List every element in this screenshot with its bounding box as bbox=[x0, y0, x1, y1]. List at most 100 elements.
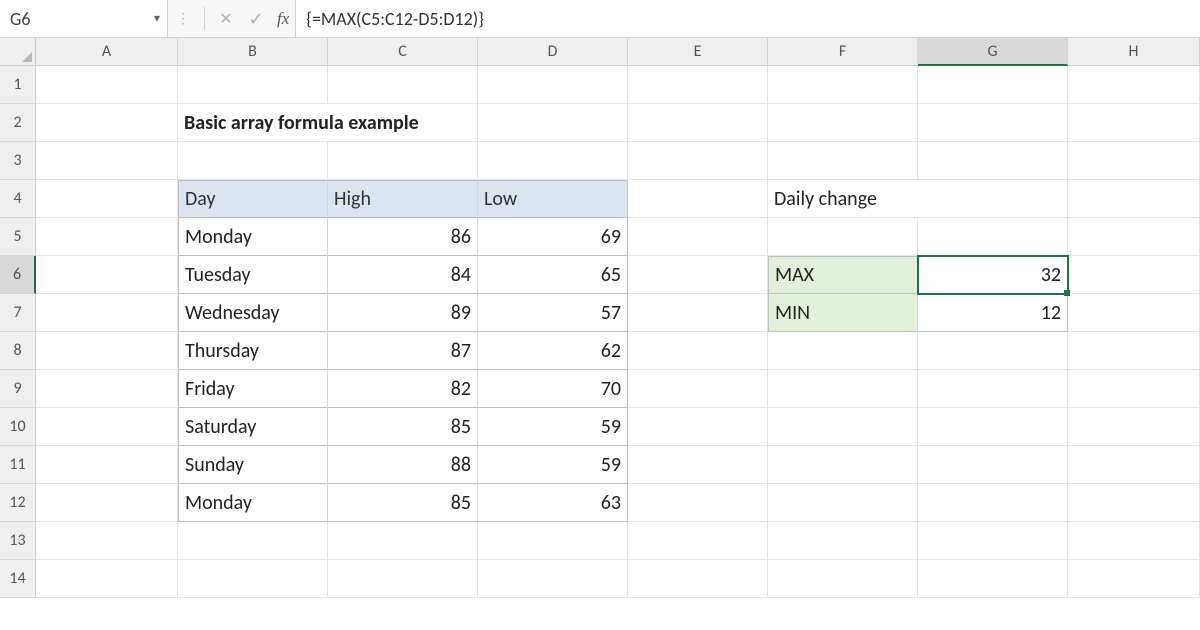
table-cell-high[interactable]: 89 bbox=[328, 294, 478, 332]
table-cell-low[interactable]: 59 bbox=[478, 408, 628, 446]
cell[interactable] bbox=[328, 142, 478, 180]
cell[interactable] bbox=[328, 522, 478, 560]
table-cell-day[interactable]: Sunday bbox=[178, 446, 328, 484]
cell[interactable] bbox=[1068, 294, 1200, 332]
page-title[interactable]: Basic array formula example bbox=[178, 104, 328, 142]
cell[interactable] bbox=[36, 256, 178, 294]
cell[interactable] bbox=[768, 142, 918, 180]
table-cell-day[interactable]: Friday bbox=[178, 370, 328, 408]
cell[interactable] bbox=[628, 408, 768, 446]
cell[interactable] bbox=[628, 484, 768, 522]
summary-min-label[interactable]: MIN bbox=[768, 294, 918, 332]
cell[interactable] bbox=[768, 408, 918, 446]
cell[interactable] bbox=[918, 560, 1068, 598]
cell[interactable] bbox=[36, 408, 178, 446]
table-cell-low[interactable]: 62 bbox=[478, 332, 628, 370]
cell[interactable] bbox=[1068, 560, 1200, 598]
table-cell-day[interactable]: Tuesday bbox=[178, 256, 328, 294]
table-cell-high[interactable]: 82 bbox=[328, 370, 478, 408]
table-cell-low[interactable]: 69 bbox=[478, 218, 628, 256]
cell[interactable] bbox=[1068, 142, 1200, 180]
table-cell-high[interactable]: 88 bbox=[328, 446, 478, 484]
cell[interactable] bbox=[1068, 370, 1200, 408]
cell[interactable] bbox=[1068, 66, 1200, 104]
cell[interactable] bbox=[36, 294, 178, 332]
cell[interactable] bbox=[1068, 218, 1200, 256]
table-cell-day[interactable]: Wednesday bbox=[178, 294, 328, 332]
cell[interactable] bbox=[178, 560, 328, 598]
cell[interactable] bbox=[36, 522, 178, 560]
cell[interactable] bbox=[1068, 446, 1200, 484]
table-cell-low[interactable]: 63 bbox=[478, 484, 628, 522]
cell[interactable] bbox=[1068, 522, 1200, 560]
col-header-H[interactable]: H bbox=[1068, 38, 1200, 66]
cell[interactable] bbox=[36, 332, 178, 370]
table-cell-high[interactable]: 85 bbox=[328, 484, 478, 522]
cell[interactable] bbox=[768, 332, 918, 370]
row-header-12[interactable]: 12 bbox=[0, 484, 36, 522]
cell[interactable] bbox=[478, 560, 628, 598]
cell[interactable] bbox=[628, 104, 768, 142]
enter-icon[interactable]: ✓ bbox=[241, 8, 271, 30]
col-header-E[interactable]: E bbox=[628, 38, 768, 66]
cell[interactable] bbox=[918, 180, 1068, 218]
cancel-icon[interactable]: ✕ bbox=[211, 9, 241, 29]
cell[interactable] bbox=[768, 218, 918, 256]
table-cell-day[interactable]: Saturday bbox=[178, 408, 328, 446]
col-header-C[interactable]: C bbox=[328, 38, 478, 66]
table-cell-high[interactable]: 85 bbox=[328, 408, 478, 446]
cell[interactable] bbox=[628, 560, 768, 598]
cell[interactable] bbox=[36, 104, 178, 142]
cell[interactable] bbox=[918, 408, 1068, 446]
cell[interactable] bbox=[768, 560, 918, 598]
name-box[interactable]: G6 ▾ bbox=[0, 0, 168, 37]
formula-input[interactable]: {=MAX(C5:C12-D5:D12)} bbox=[295, 0, 1200, 37]
col-header-G[interactable]: G bbox=[918, 38, 1068, 66]
cell[interactable] bbox=[628, 332, 768, 370]
cell[interactable] bbox=[768, 66, 918, 104]
cell[interactable] bbox=[628, 446, 768, 484]
cell[interactable] bbox=[628, 66, 768, 104]
cell[interactable] bbox=[36, 370, 178, 408]
table-cell-high[interactable]: 84 bbox=[328, 256, 478, 294]
cell[interactable] bbox=[918, 484, 1068, 522]
summary-title[interactable]: Daily change bbox=[768, 180, 918, 218]
col-header-B[interactable]: B bbox=[178, 38, 328, 66]
cell[interactable] bbox=[36, 446, 178, 484]
row-header-9[interactable]: 9 bbox=[0, 370, 36, 408]
table-cell-low[interactable]: 70 bbox=[478, 370, 628, 408]
row-header-7[interactable]: 7 bbox=[0, 294, 36, 332]
table-cell-day[interactable]: Monday bbox=[178, 484, 328, 522]
table-cell-high[interactable]: 86 bbox=[328, 218, 478, 256]
row-header-6[interactable]: 6 bbox=[0, 256, 36, 294]
cell[interactable] bbox=[328, 66, 478, 104]
row-header-1[interactable]: 1 bbox=[0, 66, 36, 104]
cell[interactable] bbox=[918, 66, 1068, 104]
row-header-13[interactable]: 13 bbox=[0, 522, 36, 560]
cell[interactable] bbox=[36, 218, 178, 256]
cell[interactable] bbox=[768, 370, 918, 408]
table-header-day[interactable]: Day bbox=[178, 180, 328, 218]
cell[interactable] bbox=[768, 104, 918, 142]
cell[interactable] bbox=[1068, 408, 1200, 446]
cell[interactable] bbox=[768, 522, 918, 560]
cell[interactable] bbox=[918, 104, 1068, 142]
table-cell-low[interactable]: 59 bbox=[478, 446, 628, 484]
summary-max-value[interactable]: 32 bbox=[918, 256, 1068, 294]
row-header-5[interactable]: 5 bbox=[0, 218, 36, 256]
row-header-10[interactable]: 10 bbox=[0, 408, 36, 446]
cell[interactable] bbox=[628, 522, 768, 560]
cell[interactable] bbox=[1068, 180, 1200, 218]
cell[interactable] bbox=[918, 370, 1068, 408]
row-header-11[interactable]: 11 bbox=[0, 446, 36, 484]
cell[interactable] bbox=[36, 560, 178, 598]
cell[interactable] bbox=[478, 142, 628, 180]
cell[interactable] bbox=[1068, 332, 1200, 370]
cell[interactable] bbox=[918, 446, 1068, 484]
table-cell-day[interactable]: Monday bbox=[178, 218, 328, 256]
cell[interactable] bbox=[178, 142, 328, 180]
row-header-8[interactable]: 8 bbox=[0, 332, 36, 370]
cell[interactable] bbox=[1068, 104, 1200, 142]
table-cell-day[interactable]: Thursday bbox=[178, 332, 328, 370]
col-header-D[interactable]: D bbox=[478, 38, 628, 66]
